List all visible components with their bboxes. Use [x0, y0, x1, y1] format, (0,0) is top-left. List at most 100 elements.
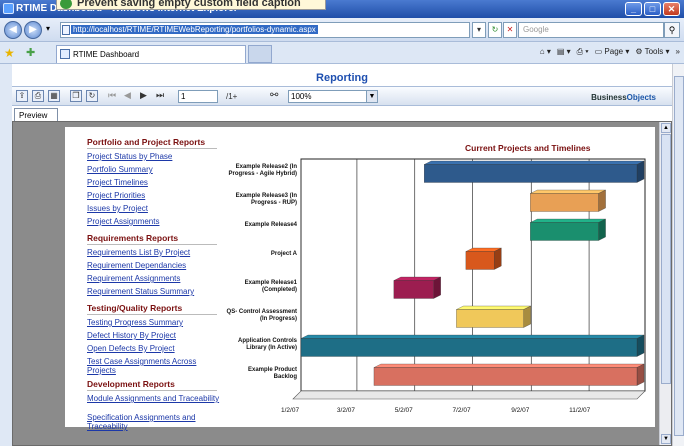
gantt-bar: [530, 189, 606, 212]
tooltip-overlay: Prevent saving empty custom field captio…: [56, 0, 326, 10]
x-tick-label: 11/2/07: [569, 407, 591, 414]
left-edge: [0, 64, 12, 446]
chart-title: Current Projects and Timelines: [465, 143, 591, 153]
gantt-bar: [530, 218, 606, 241]
section-heading: Development Reports: [87, 379, 217, 391]
report-link[interactable]: Open Defects By Project: [87, 344, 175, 353]
prev-page-icon[interactable]: ◀: [124, 90, 131, 101]
add-favorite-icon[interactable]: ✚: [26, 46, 35, 59]
report-link[interactable]: Module Assignments and Traceability: [87, 394, 227, 403]
chevron-more-icon[interactable]: »: [676, 47, 680, 57]
zoom-select[interactable]: 100% ▼: [288, 90, 378, 103]
page-content: Reporting ⇪ ⎙ ▦ ❐ ↻ ⏮ ◀ ▶ ⏭ 1 /1+ ⚯ 100%…: [12, 64, 682, 446]
report-link[interactable]: Issues by Project: [87, 204, 148, 213]
browser-scroll-thumb[interactable]: [674, 76, 684, 436]
ie-icon: [3, 3, 14, 14]
address-field[interactable]: http://localhost/RTIME/RTIMEWebReporting…: [60, 22, 470, 38]
close-button[interactable]: ✕: [663, 2, 680, 16]
gantt-bar: [393, 276, 441, 299]
tab-rtime-dashboard[interactable]: RTIME Dashboard: [56, 45, 246, 63]
copy-icon[interactable]: ❐: [70, 90, 82, 102]
search-text-icon[interactable]: ⚯: [270, 90, 278, 101]
scroll-down-icon[interactable]: ▼: [661, 434, 671, 444]
home-icon[interactable]: ⌂ ▾: [540, 47, 551, 57]
scroll-up-icon[interactable]: ▲: [661, 123, 671, 133]
report-link[interactable]: Requirements List By Project: [87, 248, 190, 257]
y-category-label: Example Release4: [244, 221, 297, 228]
favorites-star-icon[interactable]: ★: [4, 46, 15, 60]
search-icon[interactable]: ⚲: [664, 22, 680, 38]
export-icon[interactable]: ⇪: [16, 90, 28, 102]
gantt-bar: [373, 363, 645, 386]
report-link[interactable]: Project Status by Phase: [87, 152, 172, 161]
gantt-bar: [300, 334, 645, 357]
businessobjects-logo: BusinessObjects: [591, 93, 656, 102]
page-count: /1+: [226, 92, 238, 101]
search-input[interactable]: Google: [518, 22, 664, 38]
report-toolbar: ⇪ ⎙ ▦ ❐ ↻ ⏮ ◀ ▶ ⏭ 1 /1+ ⚯ 100% ▼ Busines…: [12, 86, 672, 106]
report-link[interactable]: Defect History By Project: [87, 331, 176, 340]
page-number-input[interactable]: 1: [178, 90, 218, 103]
refresh-icon[interactable]: ↻: [488, 22, 502, 38]
new-tab-button[interactable]: [248, 45, 272, 63]
tab-preview[interactable]: Preview: [14, 108, 58, 122]
tooltip-text: Prevent saving empty custom field captio…: [77, 0, 301, 9]
window-titlebar: RTIME Dashboard - Windows Internet Explo…: [0, 0, 684, 18]
next-page-icon[interactable]: ▶: [140, 90, 147, 101]
page-icon: [62, 25, 70, 35]
stop-icon[interactable]: ✕: [503, 22, 517, 38]
page-title: Reporting: [316, 72, 368, 84]
y-category-label: Example Product Backlog: [247, 366, 297, 380]
tab-label: RTIME Dashboard: [73, 50, 140, 59]
page-menu[interactable]: ▭ Page ▾: [595, 47, 630, 57]
report-link[interactable]: Testing Progress Summary: [87, 318, 183, 327]
y-category-label: Application Controls Library (In Active): [238, 337, 297, 351]
report-viewer: Portfolio and Project Reports Project Sta…: [12, 121, 672, 446]
command-bar: ⌂ ▾ ▤ ▾ ⎙ ▾ ▭ Page ▾ ⚙ Tools ▾ »: [540, 47, 680, 57]
report-link[interactable]: Project Timelines: [87, 178, 148, 187]
minimize-button[interactable]: _: [625, 2, 642, 16]
x-tick-label: 7/2/07: [452, 407, 471, 414]
maximize-button[interactable]: □: [644, 2, 661, 16]
zoom-dropdown-icon[interactable]: ▼: [366, 91, 377, 102]
gantt-bar: [465, 247, 502, 270]
y-category-label: Example Release3 (In Progress - RUP): [235, 192, 297, 206]
x-tick-label: 5/2/07: [394, 407, 413, 414]
gantt-bar: [424, 160, 645, 183]
report-link[interactable]: Requirement Dependancies: [87, 261, 186, 270]
refresh-report-icon[interactable]: ↻: [86, 90, 98, 102]
tools-menu[interactable]: ⚙ Tools ▾: [635, 47, 669, 57]
x-tick-label: 1/2/07: [281, 407, 300, 414]
nav-dropdown-icon[interactable]: ▾: [46, 24, 50, 33]
x-tick-label: 3/2/07: [336, 407, 355, 414]
window-controls: _ □ ✕: [625, 2, 680, 16]
report-page: Portfolio and Project Reports Project Sta…: [65, 127, 655, 431]
y-category-label: Example Release2 (In Progress - Agile Hy…: [228, 163, 297, 177]
print-report-icon[interactable]: ⎙: [32, 90, 44, 102]
plot-floor: [292, 390, 646, 400]
viewer-scroll-thumb[interactable]: [661, 134, 671, 384]
section-heading: Portfolio and Project Reports: [87, 137, 217, 149]
forward-button[interactable]: ▶: [24, 21, 42, 39]
report-link[interactable]: Requirement Status Summary: [87, 287, 194, 296]
feeds-icon[interactable]: ▤ ▾: [557, 47, 571, 57]
address-dropdown-icon[interactable]: ▾: [472, 22, 486, 38]
last-page-icon[interactable]: ⏭: [156, 90, 164, 101]
report-link[interactable]: Project Priorities: [87, 191, 145, 200]
first-page-icon[interactable]: ⏮: [108, 90, 116, 101]
section-heading: Requirements Reports: [87, 233, 217, 245]
browser-scrollbar[interactable]: [672, 64, 684, 446]
group-tree-icon[interactable]: ▦: [48, 90, 60, 102]
address-text: http://localhost/RTIME/RTIMEWebReporting…: [71, 25, 318, 34]
gantt-chart: 1/2/07 3/2/07 5/2/07 7/2/07 9/2/07 11/2/07 Exa…: [225, 155, 653, 425]
print-icon[interactable]: ⎙ ▾: [577, 47, 589, 57]
viewer-scrollbar[interactable]: ▲ ▼: [659, 122, 671, 445]
report-link[interactable]: Test Case Assignments Across Projects: [87, 357, 227, 375]
y-category-label: Example Release1 (Completed): [244, 279, 297, 293]
tabs-bar: ★ ✚ RTIME Dashboard ⌂ ▾ ▤ ▾ ⎙ ▾ ▭ Page ▾…: [0, 43, 684, 64]
report-link[interactable]: Requirement Assignments: [87, 274, 180, 283]
report-link[interactable]: Portfolio Summary: [87, 165, 153, 174]
back-button[interactable]: ◀: [4, 21, 22, 39]
report-link[interactable]: Project Assignments: [87, 217, 159, 226]
report-link[interactable]: Specification Assignments and Traceabili…: [87, 413, 227, 431]
